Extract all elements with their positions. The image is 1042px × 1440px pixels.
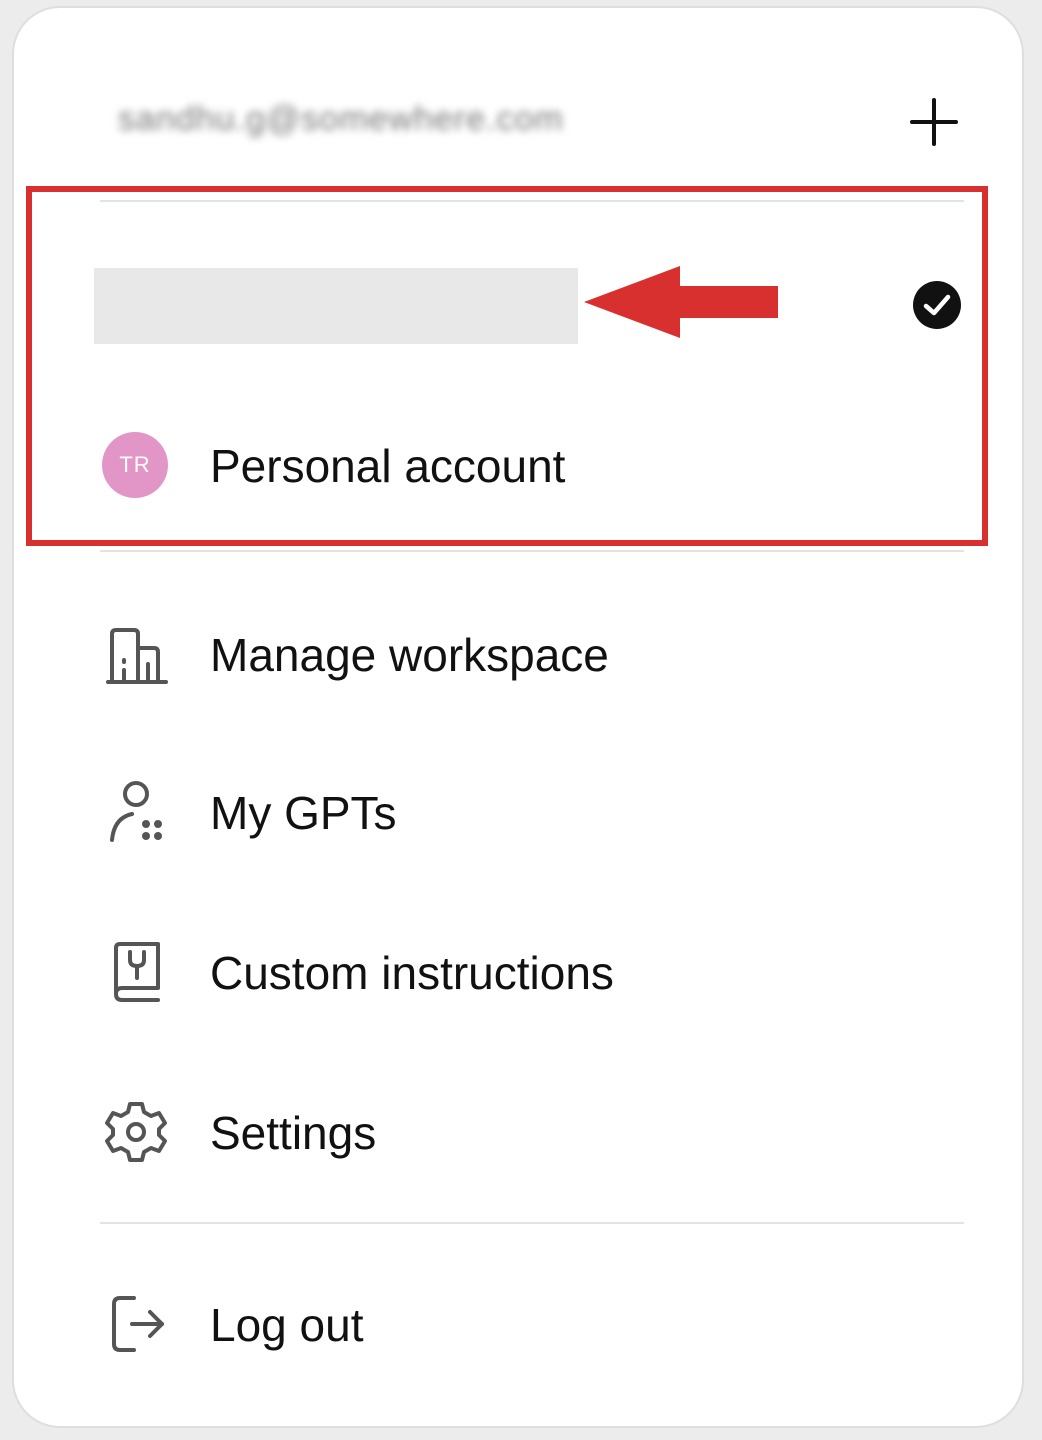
- menu-item-my-gpts[interactable]: My GPTs: [94, 764, 964, 860]
- personal-account-label: Personal account: [210, 440, 566, 492]
- account-email-row: sandhu.g@somewhere.com: [104, 92, 964, 152]
- account-menu: sandhu.g@somewhere.com TR Personal accou…: [12, 6, 1024, 1428]
- menu-item-manage-workspace[interactable]: Manage workspace: [94, 606, 964, 702]
- logout-icon: [112, 1296, 164, 1352]
- gear-icon: [105, 1102, 167, 1162]
- divider: [100, 550, 964, 552]
- building-icon: [106, 628, 168, 684]
- logout-label: Log out: [210, 1299, 364, 1351]
- divider: [100, 1222, 964, 1224]
- menu-item-label: My GPTs: [210, 787, 397, 839]
- divider: [100, 200, 964, 202]
- logout-button[interactable]: Log out: [94, 1276, 964, 1372]
- menu-item-label: Custom instructions: [210, 947, 614, 999]
- account-email: sandhu.g@somewhere.com: [118, 100, 564, 138]
- user-apps-icon: [110, 781, 162, 842]
- instructions-book-icon: [114, 942, 160, 1002]
- workspace-item[interactable]: [94, 258, 964, 358]
- personal-account-item[interactable]: TR Personal account: [94, 423, 964, 509]
- check-circle-icon: [913, 281, 961, 329]
- add-account-button[interactable]: [904, 92, 964, 152]
- menu-item-settings[interactable]: Settings: [94, 1084, 964, 1180]
- avatar: TR: [102, 432, 168, 498]
- menu-item-label: Manage workspace: [210, 629, 609, 681]
- plus-icon: [910, 98, 958, 146]
- menu-item-custom-instructions[interactable]: Custom instructions: [94, 924, 964, 1020]
- workspace-name-redacted: [94, 268, 578, 344]
- menu-item-label: Settings: [210, 1107, 377, 1159]
